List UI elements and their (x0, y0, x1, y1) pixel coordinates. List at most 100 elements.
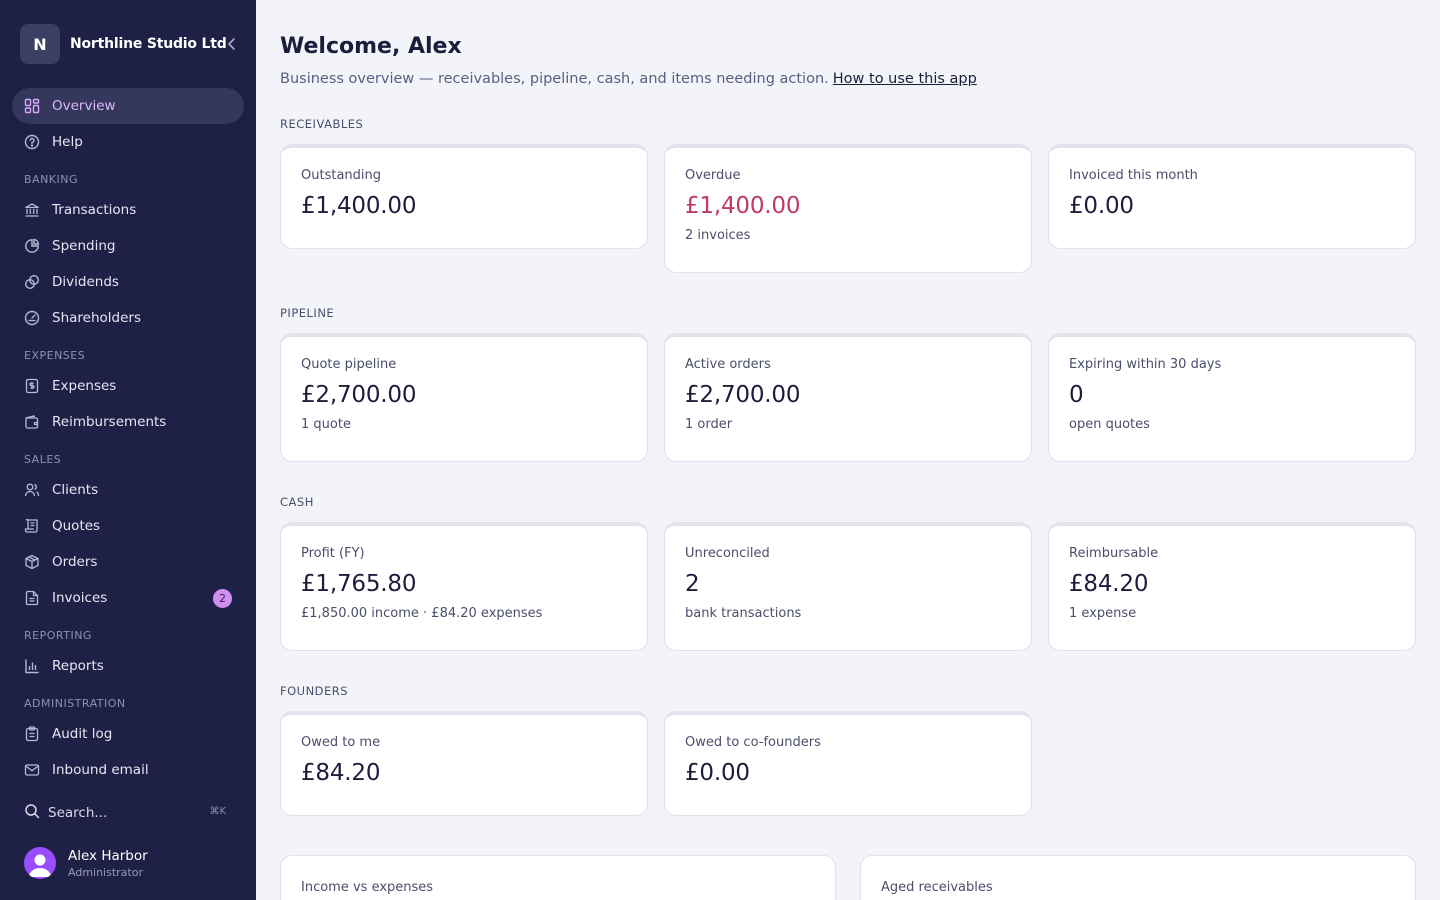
card-overdue[interactable]: Overdue £1,400.00 2 invoices (664, 144, 1032, 273)
card-label: Owed to me (301, 735, 381, 750)
sidebar-item-orders[interactable]: Orders (12, 544, 244, 580)
sidebar-item-dividends[interactable]: Dividends (12, 264, 244, 300)
sidebar-item-expenses[interactable]: Expenses (12, 368, 244, 404)
card-subtext: 1 expense (1069, 606, 1137, 621)
sidebar-item-shareholders[interactable]: Shareholders (12, 300, 244, 336)
sidebar-item-label: Help (52, 134, 83, 150)
card-value: £1,765.80 (301, 571, 417, 597)
sidebar: N Northline Studio Ltd Overview Help BAN… (0, 0, 256, 900)
sidebar-item-label: Reimbursements (52, 414, 167, 430)
sidebar-item-label: Spending (52, 238, 116, 254)
search-shortcut: ⌘K (209, 806, 226, 817)
sidebar-item-invoices[interactable]: Invoices 2 (12, 580, 244, 616)
coins-icon (24, 274, 40, 290)
bank-icon (24, 202, 40, 218)
search-icon (24, 803, 40, 823)
card-value: £0.00 (685, 760, 750, 786)
sidebar-item-label: Audit log (52, 726, 113, 742)
gauge-icon (24, 310, 40, 326)
sidebar-item-label: Quotes (52, 518, 101, 534)
card-label: Invoiced this month (1069, 168, 1198, 183)
card-profit-fy[interactable]: Profit (FY) £1,765.80 £1,850.00 income ·… (280, 522, 648, 651)
sidebar-item-label: Reports (52, 658, 104, 674)
brand-name: Northline Studio Ltd (70, 36, 227, 52)
mail-icon (24, 762, 40, 778)
card-invoiced-this-month[interactable]: Invoiced this month £0.00 (1048, 144, 1416, 249)
panel-title: Income vs expenses (301, 880, 434, 895)
group-label-founders: FOUNDERS (280, 684, 349, 698)
users-icon (24, 482, 40, 498)
sidebar-item-label: Shareholders (52, 310, 141, 326)
group-label-pipeline: PIPELINE (280, 306, 335, 320)
subtitle-text: Business overview — receivables, pipelin… (280, 71, 829, 87)
card-expiring-quotes[interactable]: Expiring within 30 days 0 open quotes (1048, 333, 1416, 462)
panel-title: Aged receivables (881, 880, 993, 895)
section-label-administration: ADMINISTRATION (24, 697, 126, 710)
sidebar-item-label: Clients (52, 482, 99, 498)
sidebar-item-reports[interactable]: Reports (12, 648, 244, 684)
avatar (24, 847, 56, 879)
chevron-left-icon[interactable] (224, 36, 240, 52)
card-label: Overdue (685, 168, 741, 183)
group-label-cash: CASH (280, 495, 314, 509)
main-content: Welcome, Alex Business overview — receiv… (256, 0, 1440, 900)
sidebar-item-label: Transactions (52, 202, 137, 218)
package-icon (24, 554, 40, 570)
card-value: £0.00 (1069, 193, 1134, 219)
search-trigger[interactable]: Search... ⌘K (24, 802, 226, 824)
user-role: Administrator (68, 865, 143, 879)
pie-chart-icon (24, 238, 40, 254)
card-label: Outstanding (301, 168, 381, 183)
sidebar-item-quotes[interactable]: Quotes (12, 508, 244, 544)
section-label-expenses: EXPENSES (24, 349, 86, 362)
card-value: 2 (685, 571, 700, 597)
user-name: Alex Harbor (68, 847, 148, 864)
sidebar-item-label: Expenses (52, 378, 117, 394)
card-value: £1,400.00 (301, 193, 417, 219)
help-link[interactable]: How to use this app (833, 71, 977, 87)
sidebar-item-label: Invoices (52, 590, 108, 606)
scroll-icon (24, 518, 40, 534)
card-label: Quote pipeline (301, 357, 397, 372)
card-value: £2,700.00 (685, 382, 801, 408)
card-value: 0 (1069, 382, 1084, 408)
card-value: £84.20 (301, 760, 381, 786)
card-label: Unreconciled (685, 546, 770, 561)
card-owed-to-me[interactable]: Owed to me £84.20 (280, 711, 648, 816)
sidebar-item-spending[interactable]: Spending (12, 228, 244, 264)
card-quote-pipeline[interactable]: Quote pipeline £2,700.00 1 quote (280, 333, 648, 462)
sidebar-item-label: Dividends (52, 274, 119, 290)
card-outstanding[interactable]: Outstanding £1,400.00 (280, 144, 648, 249)
sidebar-item-overview[interactable]: Overview (12, 88, 244, 124)
sidebar-item-help[interactable]: Help (12, 124, 244, 160)
brand[interactable]: N Northline Studio Ltd (20, 24, 244, 64)
sidebar-item-transactions[interactable]: Transactions (12, 192, 244, 228)
search-label: Search... (48, 805, 108, 821)
bar-chart-icon (24, 658, 40, 674)
card-value: £84.20 (1069, 571, 1149, 597)
section-label-banking: BANKING (24, 173, 79, 186)
card-value: £2,700.00 (301, 382, 417, 408)
card-unreconciled[interactable]: Unreconciled 2 bank transactions (664, 522, 1032, 651)
card-label: Active orders (685, 357, 771, 372)
card-owed-to-cofounders[interactable]: Owed to co-founders £0.00 (664, 711, 1032, 816)
card-reimbursable[interactable]: Reimbursable £84.20 1 expense (1048, 522, 1416, 651)
sidebar-item-label: Inbound email (52, 762, 149, 778)
sidebar-item-audit-log[interactable]: Audit log (12, 716, 244, 752)
section-label-reporting: REPORTING (24, 629, 92, 642)
grid-icon (24, 98, 40, 114)
invoices-count-badge: 2 (213, 589, 232, 608)
card-subtext: 1 order (685, 417, 733, 432)
user-menu[interactable]: Alex Harbor Administrator (24, 846, 234, 880)
sidebar-item-reimbursements[interactable]: Reimbursements (12, 404, 244, 440)
card-active-orders[interactable]: Active orders £2,700.00 1 order (664, 333, 1032, 462)
sidebar-item-inbound-email[interactable]: Inbound email (12, 752, 244, 788)
panel-aged-receivables: Aged receivables (860, 855, 1416, 900)
sidebar-item-clients[interactable]: Clients (12, 472, 244, 508)
brand-logo: N (20, 24, 60, 64)
card-subtext: bank transactions (685, 606, 802, 621)
panel-income-vs-expenses: Income vs expenses (280, 855, 836, 900)
section-label-sales: SALES (24, 453, 62, 466)
card-subtext: 1 quote (301, 417, 351, 432)
file-text-icon (24, 590, 40, 606)
